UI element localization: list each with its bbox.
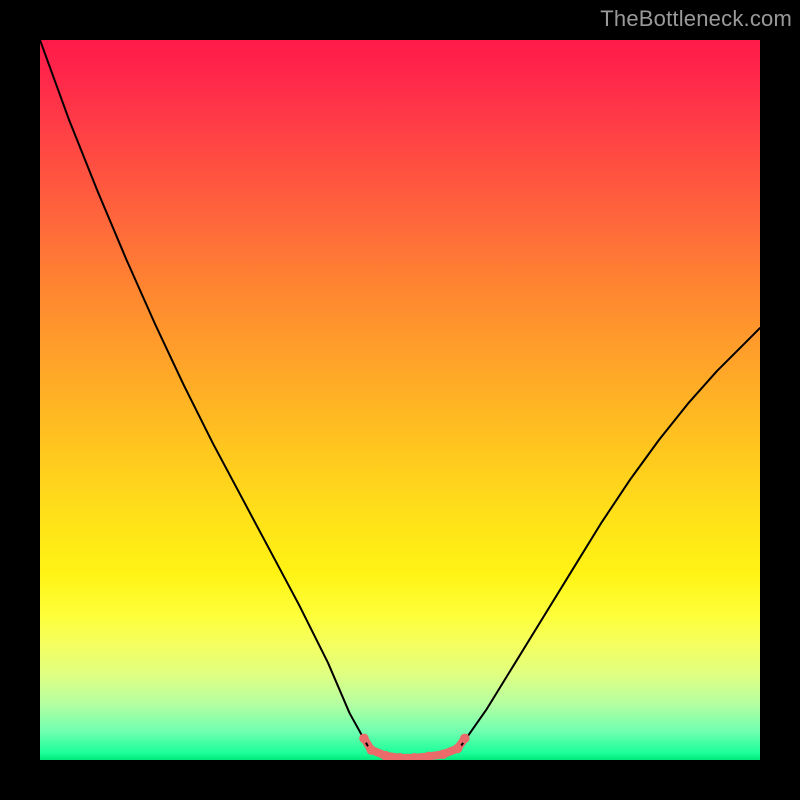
floor-dot	[366, 745, 376, 755]
floor-dot	[359, 734, 369, 744]
series-right-branch	[461, 328, 760, 746]
floor-dot	[460, 734, 470, 744]
watermark-text: TheBottleneck.com	[600, 6, 792, 32]
floor-dot	[438, 749, 448, 759]
floor-dot	[453, 744, 463, 754]
series-left-branch	[40, 40, 368, 746]
chart-frame: TheBottleneck.com	[0, 0, 800, 800]
chart-svg	[40, 40, 760, 760]
plot-area	[40, 40, 760, 760]
